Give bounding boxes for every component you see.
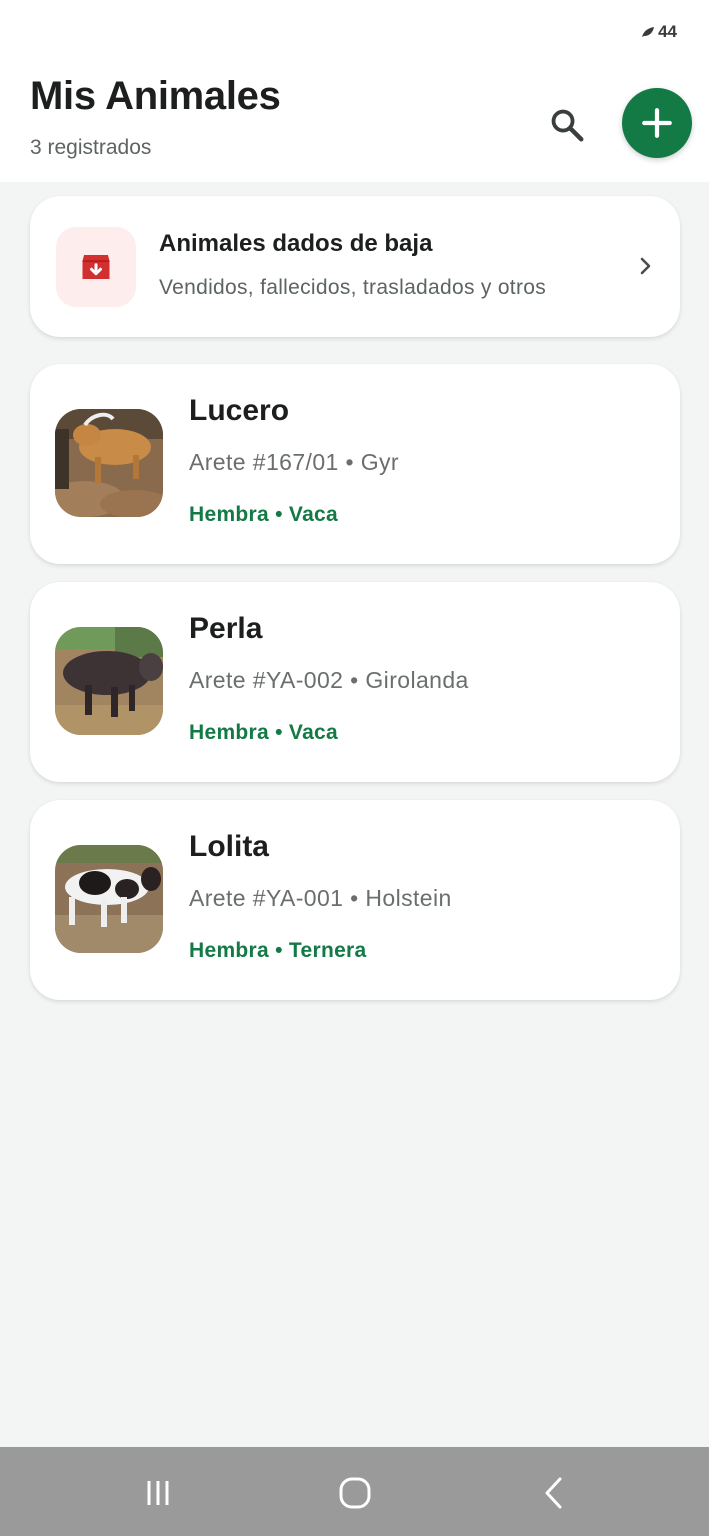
cow-photo-image bbox=[55, 845, 163, 953]
animal-card[interactable]: Lolita Arete #YA-001 • Holstein Hembra •… bbox=[30, 800, 680, 1000]
back-icon bbox=[545, 1477, 562, 1509]
archived-animals-card[interactable]: Animales dados de baja Vendidos, falleci… bbox=[30, 196, 680, 337]
archive-icon bbox=[82, 255, 110, 279]
add-animal-button[interactable] bbox=[622, 88, 692, 158]
chevron-right-icon bbox=[640, 257, 651, 275]
archived-animals-title: Animales dados de baja bbox=[159, 230, 433, 257]
search-icon bbox=[551, 109, 584, 142]
page-subtitle: 3 registrados bbox=[30, 136, 152, 159]
animal-tag-breed: Arete #167/01 • Gyr bbox=[189, 449, 399, 475]
animal-tag-breed: Arete #YA-001 • Holstein bbox=[189, 885, 452, 911]
back-button[interactable] bbox=[524, 1471, 584, 1515]
system-nav-bar bbox=[0, 1447, 709, 1536]
animal-name: Perla bbox=[189, 612, 263, 645]
animal-card[interactable]: Lucero Arete #167/01 • Gyr Hembra • Vaca bbox=[30, 364, 680, 564]
animal-tag-breed: Arete #YA-002 • Girolanda bbox=[189, 667, 469, 693]
home-icon bbox=[339, 1477, 371, 1509]
page-title: Mis Animales bbox=[30, 74, 281, 118]
animal-name: Lolita bbox=[189, 830, 269, 863]
animal-photo bbox=[55, 845, 163, 953]
archive-icon-box bbox=[56, 227, 136, 307]
status-bar: 44 bbox=[0, 0, 709, 62]
animal-name: Lucero bbox=[189, 394, 290, 427]
archived-animals-subtitle: Vendidos, fallecidos, trasladados y otro… bbox=[159, 276, 547, 299]
home-button[interactable] bbox=[325, 1471, 385, 1515]
recents-icon bbox=[147, 1481, 169, 1505]
plus-icon bbox=[642, 108, 672, 138]
status-indicator: 44 bbox=[641, 22, 677, 42]
animal-photo bbox=[55, 409, 163, 517]
animal-sex-category: Hembra • Vaca bbox=[189, 503, 339, 526]
cow-photo-image bbox=[55, 409, 163, 517]
animal-sex-category: Hembra • Ternera bbox=[189, 939, 367, 962]
header: Mis Animales 3 registrados bbox=[0, 62, 709, 182]
animal-card[interactable]: Perla Arete #YA-002 • Girolanda Hembra •… bbox=[30, 582, 680, 782]
search-button[interactable] bbox=[540, 98, 594, 152]
cow-photo-image bbox=[55, 627, 163, 735]
recents-button[interactable] bbox=[128, 1471, 188, 1515]
animal-sex-category: Hembra • Vaca bbox=[189, 721, 339, 744]
animal-photo bbox=[55, 627, 163, 735]
leaf-icon bbox=[642, 27, 655, 37]
status-indicator-text: 44 bbox=[658, 22, 677, 41]
